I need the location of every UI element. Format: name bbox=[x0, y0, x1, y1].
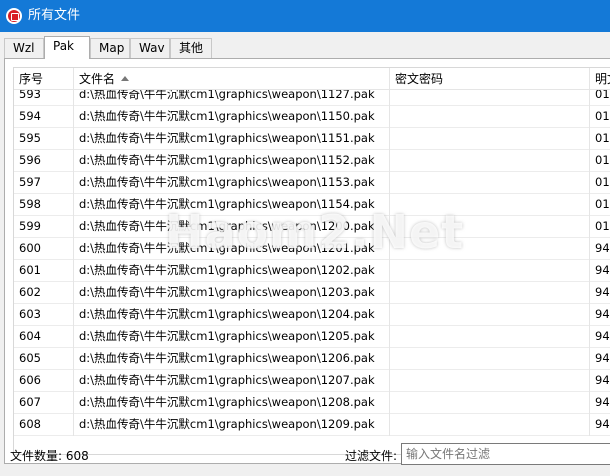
tab-pak[interactable]: Pak bbox=[44, 36, 90, 59]
tab-map[interactable]: Map bbox=[90, 38, 130, 58]
plaintext-cell: 948 bbox=[595, 417, 610, 431]
cipher-password-cell bbox=[390, 370, 590, 392]
column-header-cipher-password[interactable]: 密文密码 bbox=[390, 68, 590, 90]
window-title: 所有文件 bbox=[28, 8, 81, 23]
table-row[interactable]: 603 d:\热血传奇\牛牛沉默cm1\graphics\weapon\1204.… bbox=[14, 304, 610, 326]
tab-wzl[interactable]: Wzl bbox=[4, 38, 44, 58]
watermark: Haom2.Net bbox=[165, 205, 465, 259]
plaintext-cell: 01 bbox=[595, 197, 610, 211]
file-path-cell: d:\热血传奇\牛牛沉默cm1\graphics\weapon\1127.pak bbox=[74, 90, 390, 106]
cipher-password-cell bbox=[390, 326, 590, 348]
table-row[interactable]: 608 d:\热血传奇\牛牛沉默cm1\graphics\weapon\1209.… bbox=[14, 414, 610, 436]
file-path-cell: d:\热血传奇\牛牛沉默cm1\graphics\weapon\1150.pak bbox=[74, 106, 390, 128]
row-number-cell: 608 bbox=[14, 414, 74, 436]
column-header-number[interactable]: 序号 bbox=[14, 68, 74, 90]
table-row[interactable]: 594 d:\热血传奇\牛牛沉默cm1\graphics\weapon\1150.… bbox=[14, 106, 610, 128]
filter-input[interactable] bbox=[401, 443, 610, 465]
plaintext-cell: 01 bbox=[595, 153, 610, 167]
tab-wav[interactable]: Wav bbox=[130, 38, 170, 58]
plaintext-cell: 948 bbox=[595, 285, 610, 299]
file-path-cell: d:\热血传奇\牛牛沉默cm1\graphics\weapon\1202.pak bbox=[74, 260, 390, 282]
cipher-password-cell bbox=[390, 348, 590, 370]
tab-other[interactable]: 其他 bbox=[170, 38, 212, 58]
cipher-password-cell bbox=[390, 172, 590, 194]
column-header-number-label: 序号 bbox=[19, 72, 44, 86]
cipher-password-cell bbox=[390, 128, 590, 150]
table-row[interactable]: 607 d:\热血传奇\牛牛沉默cm1\graphics\weapon\1208.… bbox=[14, 392, 610, 414]
column-header-plaintext[interactable]: 明文 bbox=[590, 68, 610, 90]
file-path-cell: d:\热血传奇\牛牛沉默cm1\graphics\weapon\1209.pak bbox=[74, 414, 390, 436]
cipher-password-cell bbox=[390, 106, 590, 128]
plaintext-cell: 948 bbox=[595, 307, 610, 321]
table-row[interactable]: 602 d:\热血传奇\牛牛沉默cm1\graphics\weapon\1203.… bbox=[14, 282, 610, 304]
table-row[interactable]: 596 d:\热血传奇\牛牛沉默cm1\graphics\weapon\1152.… bbox=[14, 150, 610, 172]
row-number-cell: 605 bbox=[14, 348, 74, 370]
table-header: 序号 文件名 密文密码 明文 bbox=[14, 68, 610, 90]
tab-bar: Wzl Pak Map Wav 其他 bbox=[0, 36, 610, 59]
row-number-cell: 594 bbox=[14, 106, 74, 128]
column-header-filename[interactable]: 文件名 bbox=[74, 68, 390, 90]
cipher-password-cell bbox=[390, 392, 590, 414]
file-path-cell: d:\热血传奇\牛牛沉默cm1\graphics\weapon\1152.pak bbox=[74, 150, 390, 172]
column-header-plaintext-label: 明文 bbox=[595, 72, 610, 86]
tab-panel: 序号 文件名 密文密码 明文 593d:\热血传奇\牛牛沉默cm1\graphi… bbox=[4, 58, 610, 464]
table-row[interactable]: 605 d:\热血传奇\牛牛沉默cm1\graphics\weapon\1206.… bbox=[14, 348, 610, 370]
row-number-cell: 596 bbox=[14, 150, 74, 172]
row-number-cell: 607 bbox=[14, 392, 74, 414]
plaintext-cell: 01 bbox=[595, 109, 610, 123]
plaintext-cell: 948 bbox=[595, 395, 610, 409]
row-number-cell: 602 bbox=[14, 282, 74, 304]
table-row[interactable]: 604 d:\热血传奇\牛牛沉默cm1\graphics\weapon\1205.… bbox=[14, 326, 610, 348]
file-path-cell: d:\热血传奇\牛牛沉默cm1\graphics\weapon\1205.pak bbox=[74, 326, 390, 348]
file-path-cell: d:\热血传奇\牛牛沉默cm1\graphics\weapon\1151.pak bbox=[74, 128, 390, 150]
row-number-cell: 593 bbox=[14, 90, 74, 106]
table-row[interactable]: 601 d:\热血传奇\牛牛沉默cm1\graphics\weapon\1202.… bbox=[14, 260, 610, 282]
table-rows: 593 d:\热血传奇\牛牛沉默cm1\graphics\weapon\1127.… bbox=[14, 90, 610, 436]
row-number-cell: 601 bbox=[14, 260, 74, 282]
row-number-cell: 606 bbox=[14, 370, 74, 392]
plaintext-cell: 01 bbox=[595, 131, 610, 145]
row-number-cell: 600 bbox=[14, 238, 74, 260]
file-path-cell: d:\热血传奇\牛牛沉默cm1\graphics\weapon\1206.pak bbox=[74, 348, 390, 370]
cipher-password-cell bbox=[390, 260, 590, 282]
file-path-cell: d:\热血传奇\牛牛沉默cm1\graphics\weapon\1208.pak bbox=[74, 392, 390, 414]
cipher-password-cell bbox=[390, 150, 590, 172]
row-number-cell: 603 bbox=[14, 304, 74, 326]
plaintext-cell: 01 bbox=[595, 175, 610, 189]
app-icon bbox=[6, 8, 22, 24]
plaintext-cell: 01 bbox=[595, 90, 610, 101]
row-number-cell: 595 bbox=[14, 128, 74, 150]
table-row[interactable]: 595 d:\热血传奇\牛牛沉默cm1\graphics\weapon\1151.… bbox=[14, 128, 610, 150]
row-number-cell: 597 bbox=[14, 172, 74, 194]
file-path-cell: d:\热血传奇\牛牛沉默cm1\graphics\weapon\1204.pak bbox=[74, 304, 390, 326]
plaintext-cell: 948 bbox=[595, 351, 610, 365]
table-row[interactable]: 597 d:\热血传奇\牛牛沉默cm1\graphics\weapon\1153.… bbox=[14, 172, 610, 194]
cipher-password-cell bbox=[390, 414, 590, 436]
file-path-cell: d:\热血传奇\牛牛沉默cm1\graphics\weapon\1207.pak bbox=[74, 370, 390, 392]
table-row[interactable]: 593 d:\热血传奇\牛牛沉默cm1\graphics\weapon\1127.… bbox=[14, 90, 610, 106]
file-list-view[interactable]: 序号 文件名 密文密码 明文 593d:\热血传奇\牛牛沉默cm1\graphi… bbox=[13, 67, 610, 455]
plaintext-cell: 01 bbox=[595, 219, 610, 233]
plaintext-cell: 948 bbox=[595, 241, 610, 255]
file-path-cell: d:\热血传奇\牛牛沉默cm1\graphics\weapon\1203.pak bbox=[74, 282, 390, 304]
filter-label: 过滤文件: bbox=[345, 449, 398, 463]
row-number-cell: 598 bbox=[14, 194, 74, 216]
title-bar: 所有文件 bbox=[0, 0, 610, 32]
column-header-cipher-label: 密文密码 bbox=[395, 72, 444, 86]
table-body: 593 d:\热血传奇\牛牛沉默cm1\graphics\weapon\1127.… bbox=[14, 90, 610, 454]
column-header-filename-label: 文件名 bbox=[79, 72, 116, 86]
row-number-cell: 599 bbox=[14, 216, 74, 238]
plaintext-cell: 948 bbox=[595, 329, 610, 343]
file-count-status: 文件数量: 608 bbox=[10, 449, 89, 463]
sort-ascending-icon bbox=[121, 76, 130, 81]
table-row[interactable]: 606 d:\热血传奇\牛牛沉默cm1\graphics\weapon\1207.… bbox=[14, 370, 610, 392]
plaintext-cell: 948 bbox=[595, 373, 610, 387]
file-path-cell: d:\热血传奇\牛牛沉默cm1\graphics\weapon\1153.pak bbox=[74, 172, 390, 194]
cipher-password-cell bbox=[390, 90, 590, 106]
row-number-cell: 604 bbox=[14, 326, 74, 348]
cipher-password-cell bbox=[390, 304, 590, 326]
cipher-password-cell bbox=[390, 282, 590, 304]
plaintext-cell: 948 bbox=[595, 263, 610, 277]
